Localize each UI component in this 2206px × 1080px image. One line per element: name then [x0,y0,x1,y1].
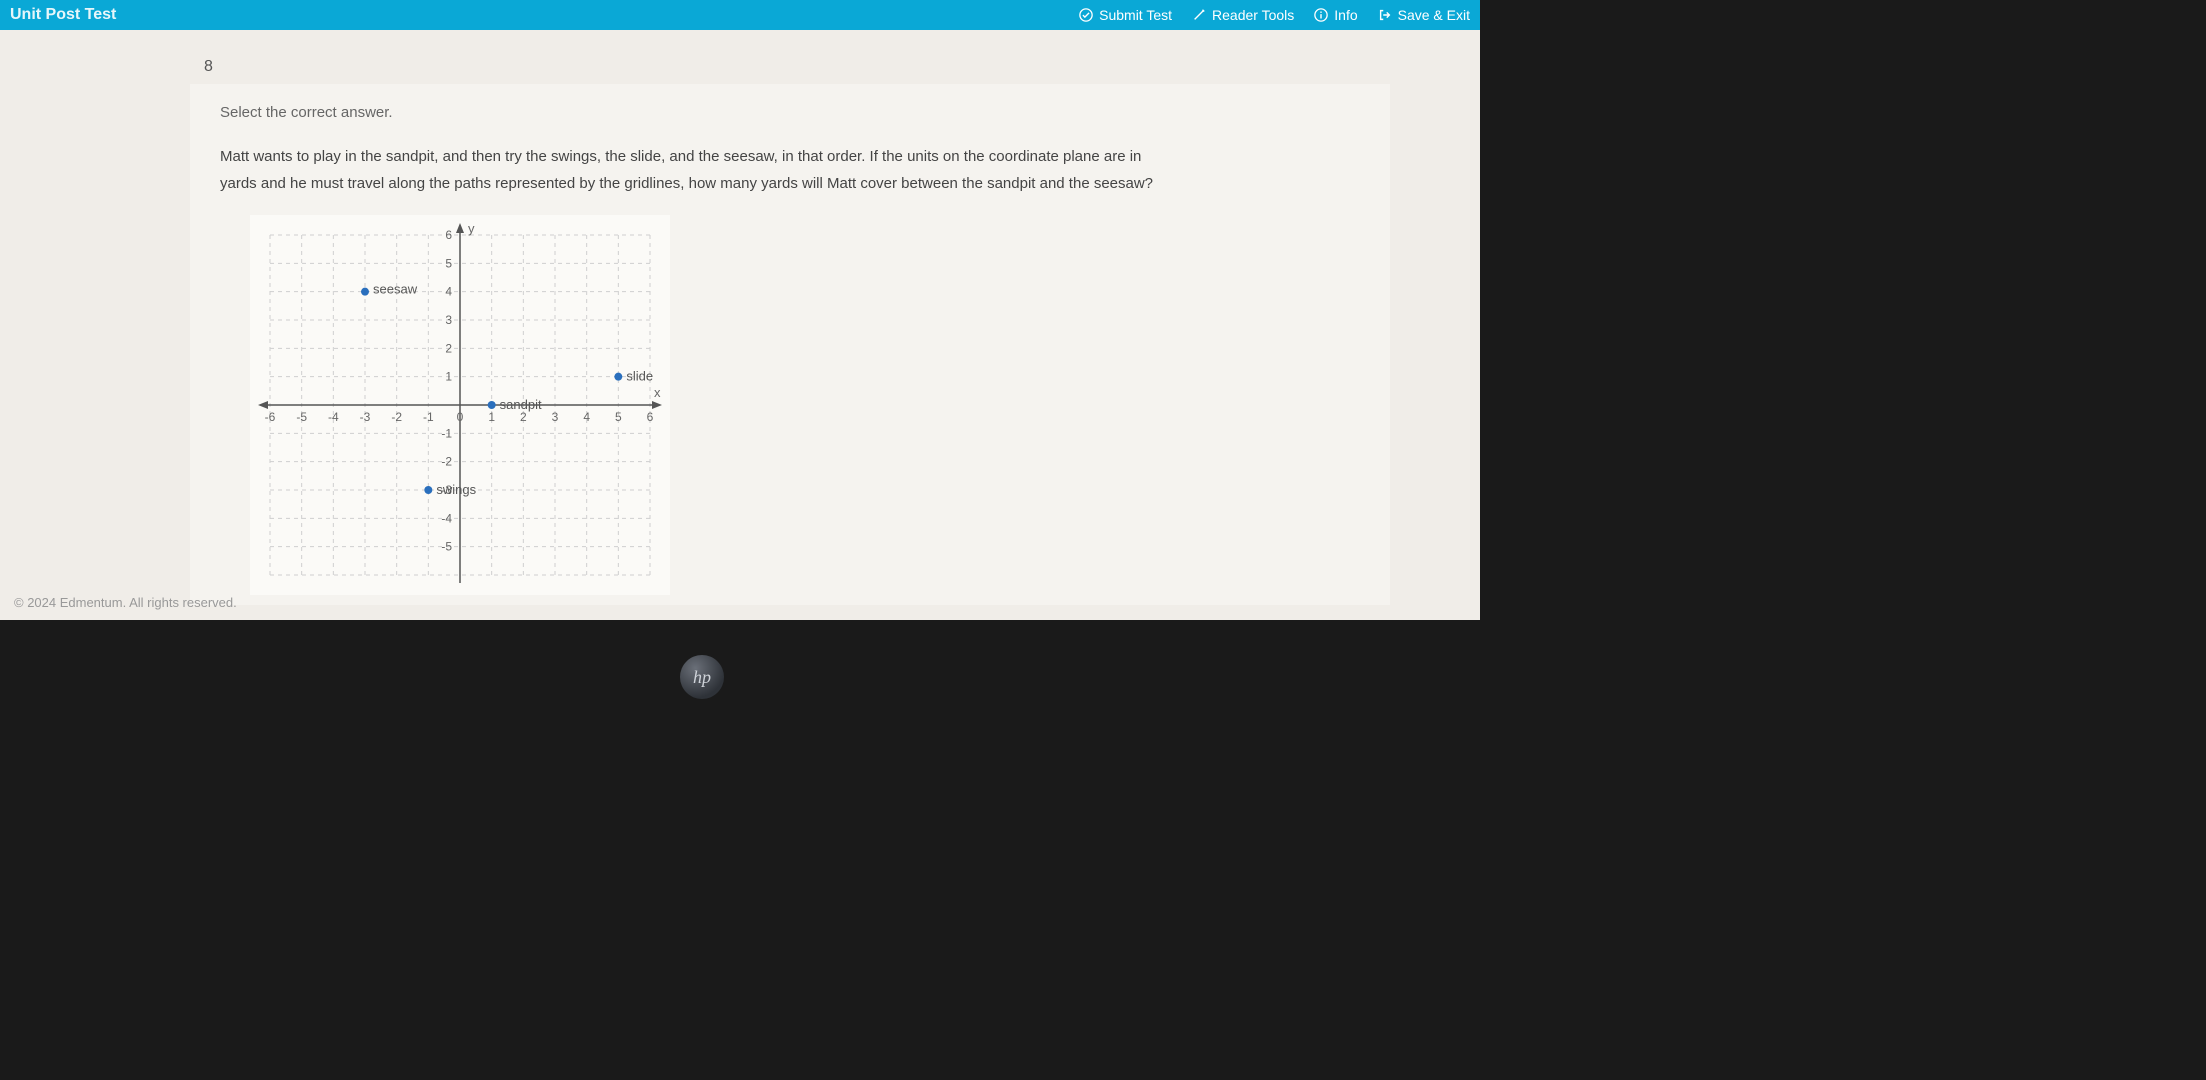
svg-text:0: 0 [457,410,464,424]
hp-logo: hp [680,655,724,699]
svg-text:y: y [468,221,475,236]
instruction-text: Select the correct answer. [220,104,1360,121]
copyright-footer: © 2024 Edmentum. All rights reserved. [14,595,237,610]
check-circle-icon [1079,8,1093,22]
svg-text:3: 3 [445,313,452,327]
svg-text:-5: -5 [296,410,307,424]
svg-text:5: 5 [615,410,622,424]
point-label-seesaw: seesaw [373,282,418,297]
test-title: Unit Post Test [10,6,116,24]
point-swings [424,486,432,494]
save-exit-button[interactable]: Save & Exit [1378,7,1470,23]
svg-text:-6: -6 [265,410,276,424]
submit-test-button[interactable]: Submit Test [1079,7,1172,23]
svg-text:-4: -4 [328,410,339,424]
svg-text:-2: -2 [441,455,452,469]
question-text: Matt wants to play in the sandpit, and t… [220,143,1170,197]
svg-text:1: 1 [488,410,495,424]
svg-text:-4: -4 [441,511,452,525]
svg-text:6: 6 [445,228,452,242]
wand-icon [1192,8,1206,22]
question-number: 8 [190,50,1390,84]
svg-text:4: 4 [445,285,452,299]
svg-text:-1: -1 [441,426,452,440]
svg-text:6: 6 [647,410,654,424]
svg-text:5: 5 [445,256,452,270]
point-slide [614,373,622,381]
svg-text:3: 3 [552,410,559,424]
hp-logo-text: hp [693,667,711,688]
info-button[interactable]: Info [1314,7,1357,23]
svg-text:4: 4 [583,410,590,424]
svg-text:2: 2 [445,341,452,355]
point-label-swings: swings [436,482,476,497]
point-seesaw [361,288,369,296]
svg-text:-5: -5 [441,540,452,554]
save-exit-label: Save & Exit [1398,7,1470,23]
reader-tools-button[interactable]: Reader Tools [1192,7,1294,23]
svg-text:2: 2 [520,410,527,424]
question-area: 8 Select the correct answer. Matt wants … [190,50,1390,605]
svg-text:1: 1 [445,370,452,384]
submit-test-label: Submit Test [1099,7,1172,23]
app-screen: Unit Post Test Submit Test Reader Tools … [0,0,1480,620]
point-label-slide: slide [626,369,653,384]
point-label-sandpit: sandpit [500,397,542,412]
svg-text:-3: -3 [360,410,371,424]
coordinate-chart-svg: -6-5-4-3-2-10123456-5-4-3-2-1123456xysee… [250,215,670,595]
coordinate-plane: -6-5-4-3-2-10123456-5-4-3-2-1123456xysee… [250,215,670,595]
info-icon [1314,8,1328,22]
info-label: Info [1334,7,1357,23]
point-sandpit [488,401,496,409]
top-toolbar: Unit Post Test Submit Test Reader Tools … [0,0,1480,30]
svg-text:-1: -1 [423,410,434,424]
reader-tools-label: Reader Tools [1212,7,1294,23]
question-card: Select the correct answer. Matt wants to… [190,84,1390,605]
svg-text:x: x [654,385,661,400]
svg-text:-2: -2 [391,410,402,424]
exit-icon [1378,8,1392,22]
